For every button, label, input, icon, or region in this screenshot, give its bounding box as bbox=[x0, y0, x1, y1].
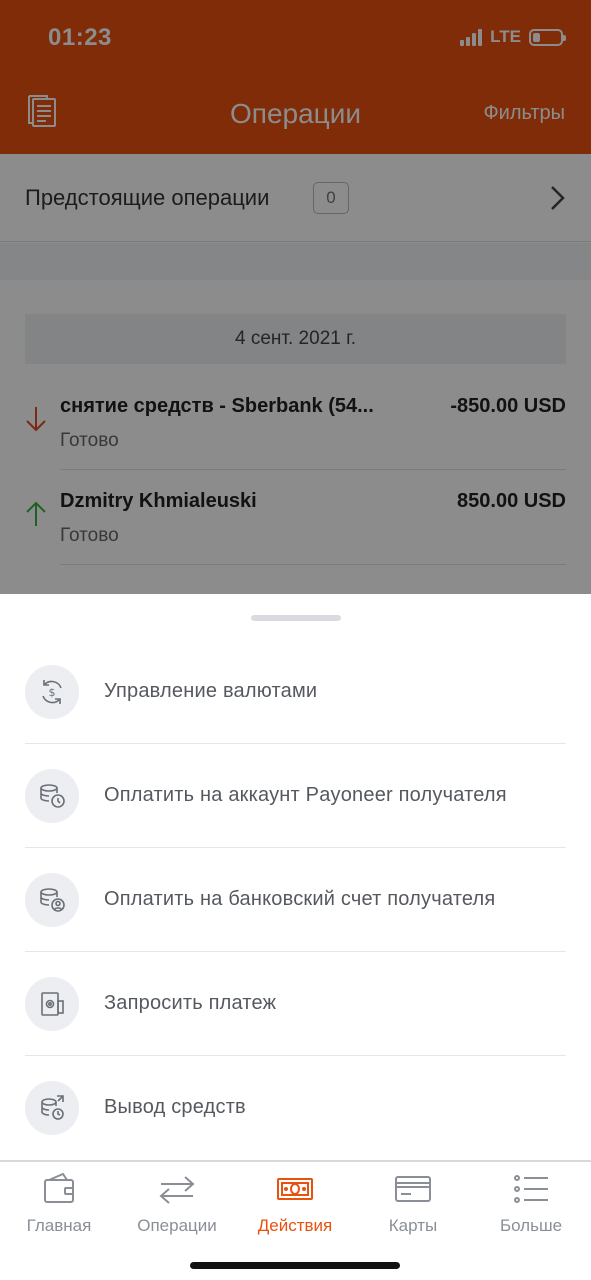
sheet-grabber[interactable] bbox=[251, 615, 341, 621]
action-label: Запросить платеж bbox=[104, 992, 277, 1014]
action-label: Оплатить на банковский счет получателя bbox=[104, 888, 496, 910]
tab-operations[interactable]: Операции bbox=[118, 1170, 236, 1242]
tab-actions[interactable]: Действия bbox=[236, 1170, 354, 1242]
tab-label: Действия bbox=[257, 1216, 333, 1235]
action-label: Оплатить на аккаунт Payoneer получателя bbox=[104, 784, 507, 806]
svg-text:$: $ bbox=[49, 686, 56, 699]
action-pay-payoneer-account[interactable]: Оплатить на аккаунт Payoneer получателя bbox=[0, 744, 591, 848]
tab-label: Больше bbox=[499, 1216, 563, 1235]
action-label: Вывод средств bbox=[104, 1096, 246, 1118]
tab-label: Операции bbox=[137, 1216, 217, 1235]
tab-more[interactable]: Больше bbox=[472, 1170, 590, 1242]
home-indicator bbox=[190, 1262, 400, 1269]
banknote-icon bbox=[277, 1178, 313, 1200]
coins-withdraw-icon bbox=[25, 1081, 79, 1135]
more-list-icon bbox=[514, 1175, 548, 1203]
coins-clock-icon bbox=[25, 769, 79, 823]
card-icon bbox=[395, 1176, 431, 1202]
tab-label: Главная bbox=[26, 1216, 92, 1235]
action-request-payment[interactable]: Запросить платеж bbox=[0, 952, 591, 1056]
action-currency-management[interactable]: $ Управление валютами bbox=[0, 640, 591, 744]
tab-label: Карты bbox=[388, 1216, 438, 1235]
request-payment-icon bbox=[25, 977, 79, 1031]
action-withdraw-funds[interactable]: Вывод средств bbox=[0, 1056, 591, 1160]
actions-sheet: $ Управление валютами Оплатить на аккаун… bbox=[0, 594, 591, 1160]
tab-bar: Главная Операции Действия Карты Больше bbox=[0, 1160, 591, 1280]
coins-user-icon bbox=[25, 873, 79, 927]
action-pay-bank-account[interactable]: Оплатить на банковский счет получателя bbox=[0, 848, 591, 952]
wallet-icon bbox=[44, 1172, 74, 1203]
transfer-arrows-icon bbox=[159, 1176, 195, 1204]
action-label: Управление валютами bbox=[104, 680, 318, 702]
currency-exchange-icon: $ bbox=[25, 665, 79, 719]
tab-home[interactable]: Главная bbox=[0, 1170, 118, 1242]
tab-cards[interactable]: Карты bbox=[354, 1170, 472, 1242]
modal-backdrop[interactable] bbox=[0, 0, 591, 594]
